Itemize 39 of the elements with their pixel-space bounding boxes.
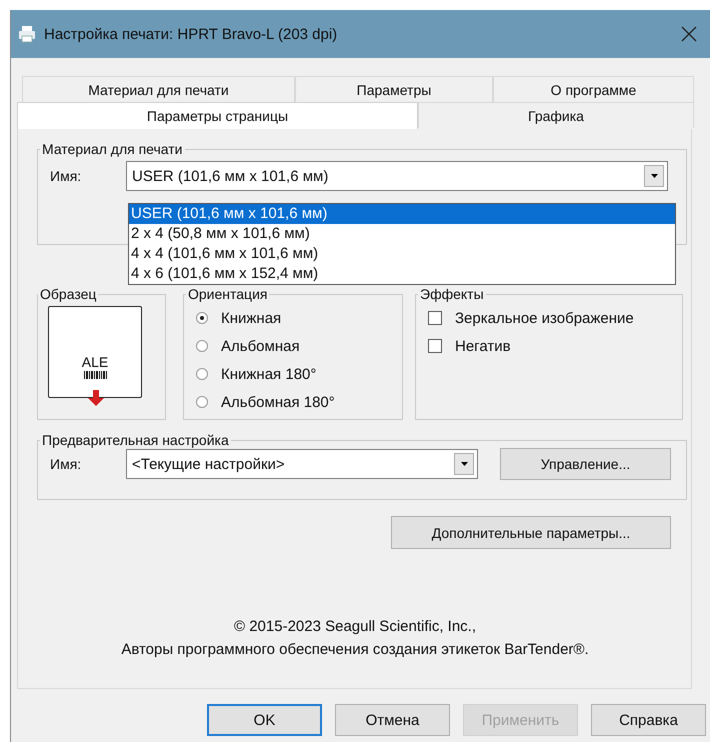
radio-button[interactable]: Книжная [196, 304, 402, 332]
tab[interactable]: Параметры страницы [17, 102, 418, 129]
dropdown-option[interactable]: USER (101,6 мм x 101,6 мм) [129, 204, 675, 224]
group-label: Эффекты [419, 286, 485, 302]
field-label: Имя: [50, 456, 82, 472]
window-title: Настройка печати: HPRT Bravo-L (203 dpi) [44, 26, 338, 42]
sample-text: ALE [82, 355, 108, 369]
printer-icon [18, 25, 36, 43]
dropdown-arrow-icon [650, 173, 658, 179]
checkbox[interactable]: Негатив [428, 332, 682, 360]
tab[interactable]: Графика [418, 102, 694, 128]
group-label: Ориентация [187, 286, 268, 302]
manage-button[interactable]: Управление... [500, 448, 671, 480]
radio-button[interactable]: Альбомная 180° [196, 388, 402, 416]
dropdown-option[interactable]: 4 x 4 (101,6 мм x 101,6 мм) [129, 244, 675, 264]
dialog-button[interactable]: OK [207, 704, 322, 736]
group-label: Материал для печати [41, 141, 184, 157]
dialog-button[interactable]: Справка [591, 704, 706, 736]
copyright-text: © 2015-2023 Seagull Scientific, Inc., [234, 617, 476, 637]
group-label: Образец [39, 286, 98, 302]
copyright-text: Авторы программного обеспечения создания этикеток BarTender®. [121, 640, 589, 660]
arrow-down-icon [88, 390, 104, 406]
checkbox[interactable]: Зеркальное изображение [428, 304, 682, 332]
tab[interactable]: Параметры [295, 76, 493, 102]
tab[interactable]: О программе [493, 76, 694, 102]
tab[interactable]: Материал для печати [22, 76, 295, 102]
field-label: Имя: [50, 168, 82, 184]
dropdown-option[interactable]: 2 x 4 (50,8 мм x 101,6 мм) [129, 224, 675, 244]
advanced-settings-button[interactable]: Дополнительные параметры... [391, 516, 671, 549]
dropdown-field[interactable]: <Текущие настройки> [126, 449, 478, 479]
group-label: Предварительная настройка [41, 432, 230, 448]
barcode-icon [84, 371, 106, 379]
radio-button[interactable]: Книжная 180° [196, 360, 402, 388]
close-icon [681, 26, 697, 42]
radio-button[interactable]: Альбомная [196, 332, 402, 360]
dropdown-option[interactable]: 4 x 6 (101,6 мм x 152,4 мм) [129, 264, 675, 284]
dialog-button[interactable]: Отмена [335, 704, 450, 736]
dropdown-field[interactable]: USER (101,6 мм x 101,6 мм) [126, 161, 668, 191]
dropdown-arrow-icon [460, 461, 468, 467]
